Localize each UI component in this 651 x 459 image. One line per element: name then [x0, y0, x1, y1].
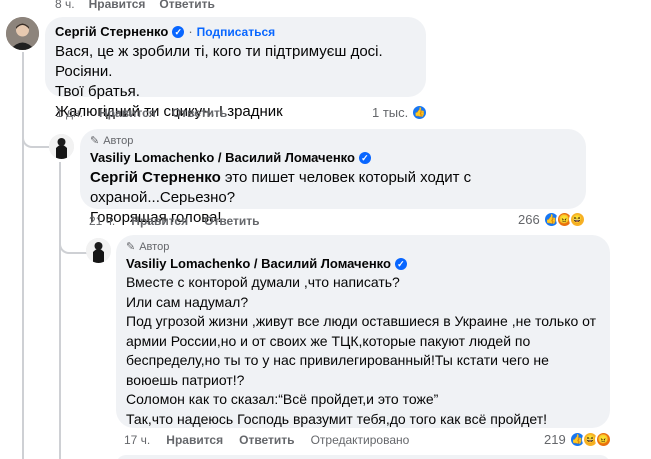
comment-author[interactable]: Сергій Стерненко: [55, 24, 168, 40]
comment-bubble: ✎ Автор Vasiliy Lomachenko / Василий Лом…: [116, 235, 610, 428]
reaction-count: 266: [518, 212, 540, 227]
avatar[interactable]: [49, 134, 74, 159]
reply-link[interactable]: Ответить: [159, 0, 214, 11]
thread-curve-1: [22, 128, 50, 148]
comment-text-line: Или сам надумал?: [126, 293, 249, 310]
comment-actions: 21 ч. Нравится Ответить: [89, 214, 260, 228]
comment-author[interactable]: Vasiliy Lomachenko / Василий Ломаченко: [126, 256, 391, 272]
comment-text-line: Так,что надеюсь Господь вразумит тебя,до…: [126, 410, 548, 427]
reaction-count: 219: [544, 432, 566, 447]
reaction-summary[interactable]: 266 👍 😠 😆: [518, 211, 586, 228]
comment-text-line: воюешь патриот!?: [126, 371, 245, 388]
comment-text-line: беспределу,но ты то у нас привилегирован…: [126, 352, 549, 368]
angry-reaction-icon: 😠: [594, 431, 612, 448]
pencil-icon: ✎: [126, 241, 136, 253]
comment-text-line: Вася, це ж зробили ті, кого ти підтримує…: [55, 43, 383, 80]
like-link[interactable]: Нравится: [131, 214, 188, 228]
like-link[interactable]: Нравится: [99, 106, 156, 120]
comment-text-line: Соломон как то сказал:“Всё пройдет,и это…: [126, 391, 439, 407]
thread-line-main: [22, 52, 24, 459]
next-comment-bubble: [116, 455, 610, 459]
avatar[interactable]: [6, 17, 39, 50]
edited-label[interactable]: Отредактировано: [311, 433, 410, 447]
comment-author[interactable]: Vasiliy Lomachenko / Василий Ломаченко: [90, 150, 355, 166]
reaction-count: 1 тыс.: [372, 105, 409, 120]
previous-comment-actions: 8 ч. Нравится Ответить: [55, 0, 215, 11]
comment-text-line: армии России,но и от своих же ТЦК,которы…: [126, 332, 531, 349]
comment-bubble: Сергій Стерненко ✓ · Подписаться Вася, ц…: [45, 17, 426, 120]
reply-link[interactable]: Ответить: [239, 433, 294, 447]
comment-bubble: ✎ Автор Vasiliy Lomachenko / Василий Лом…: [80, 129, 586, 226]
avatar[interactable]: [86, 238, 111, 263]
author-badge: Автор: [139, 240, 170, 253]
pencil-icon: ✎: [90, 135, 100, 147]
reply-link[interactable]: Ответить: [172, 106, 227, 120]
comment-time[interactable]: 21 ч.: [89, 214, 115, 228]
thread-line-reply: [59, 162, 61, 459]
comment-text-line: Вместе с конторой думали ,что написать?: [126, 274, 400, 290]
follow-button[interactable]: Подписаться: [197, 24, 275, 40]
reaction-summary[interactable]: 219 👍 😆 😠: [544, 431, 612, 448]
reaction-summary[interactable]: 1 тыс. 👍: [372, 104, 429, 121]
comment-actions: 17 ч. Нравится Ответить Отредактировано: [124, 433, 409, 447]
thread-curve-2: [59, 234, 87, 254]
comment-actions: 1 дн. Нравится Ответить: [56, 106, 227, 120]
mention-link[interactable]: Сергій Стерненко: [90, 169, 221, 186]
comment-text-line: Твої братья.: [55, 83, 140, 100]
like-reaction-icon: 👍: [411, 104, 429, 121]
comment-text-line: Сергій Стерненко это пишет человек котор…: [90, 169, 472, 206]
comment-time[interactable]: 8 ч.: [55, 0, 75, 11]
verified-badge-icon: ✓: [358, 152, 371, 164]
comment-time[interactable]: 17 ч.: [124, 433, 150, 447]
author-badge: Автор: [103, 134, 134, 147]
reply-link[interactable]: Ответить: [204, 214, 259, 228]
comment-text-line: Под угрозой жизни ,живут все люди оставш…: [126, 313, 597, 329]
like-link[interactable]: Нравится: [166, 433, 223, 447]
verified-badge-icon: ✓: [172, 26, 185, 38]
haha-reaction-icon: 😆: [568, 211, 586, 228]
comment-time[interactable]: 1 дн.: [56, 106, 83, 120]
verified-badge-icon: ✓: [394, 258, 407, 270]
like-link[interactable]: Нравится: [89, 0, 146, 11]
